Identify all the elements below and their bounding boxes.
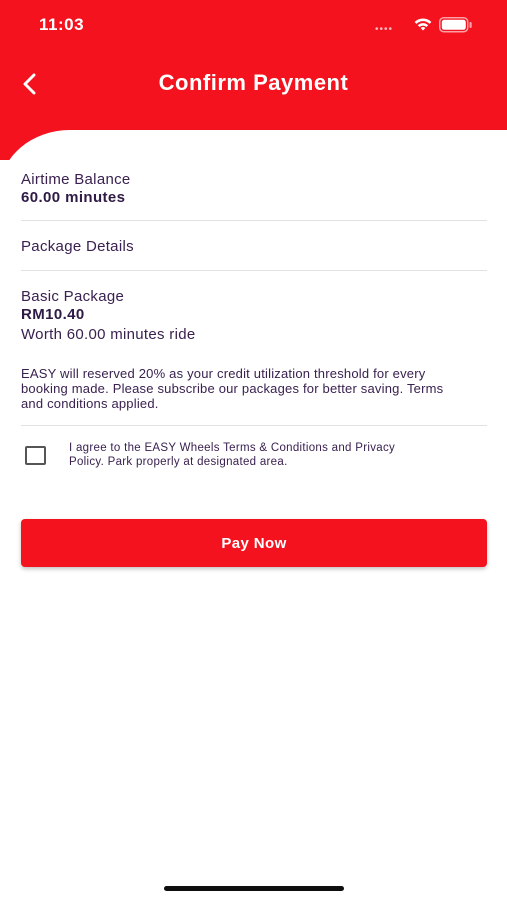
divider [21,220,487,221]
threshold-note-text: EASY will reserved 20% as your credit ut… [21,366,444,411]
package-details-section: Package Details [21,238,487,256]
divider [21,270,487,271]
wifi-icon [414,18,432,31]
agree-checkbox[interactable] [25,446,46,465]
signal-dots-icon: •••• [375,24,394,35]
agreement-text: I agree to the EASY Wheels Terms & Condi… [69,442,396,468]
package-details-label: Package Details [21,238,134,255]
package-price: RM10.40 [21,306,85,323]
pay-now-button[interactable]: Pay Now [21,519,487,567]
status-time: 11:03 [39,15,85,34]
package-worth: Worth 60.00 minutes ride [21,326,196,343]
airtime-balance-value: 60.00 minutes [21,189,126,206]
package-section: Basic Package RM10.40 Worth 60.00 minute… [21,288,487,344]
status-icons: •••• [375,16,485,35]
airtime-balance-label: Airtime Balance [21,171,131,188]
agreement-section: I agree to the EASY Wheels Terms & Condi… [69,441,414,469]
package-name: Basic Package [21,288,125,305]
page-title: Confirm Payment [158,70,349,95]
divider [21,425,487,426]
home-indicator [164,886,344,891]
status-bar: 11:03 •••• [0,0,507,50]
airtime-balance-section: Airtime Balance 60.00 minutes [21,171,487,207]
battery-icon [439,17,472,33]
threshold-note: EASY will reserved 20% as your credit ut… [21,366,461,411]
